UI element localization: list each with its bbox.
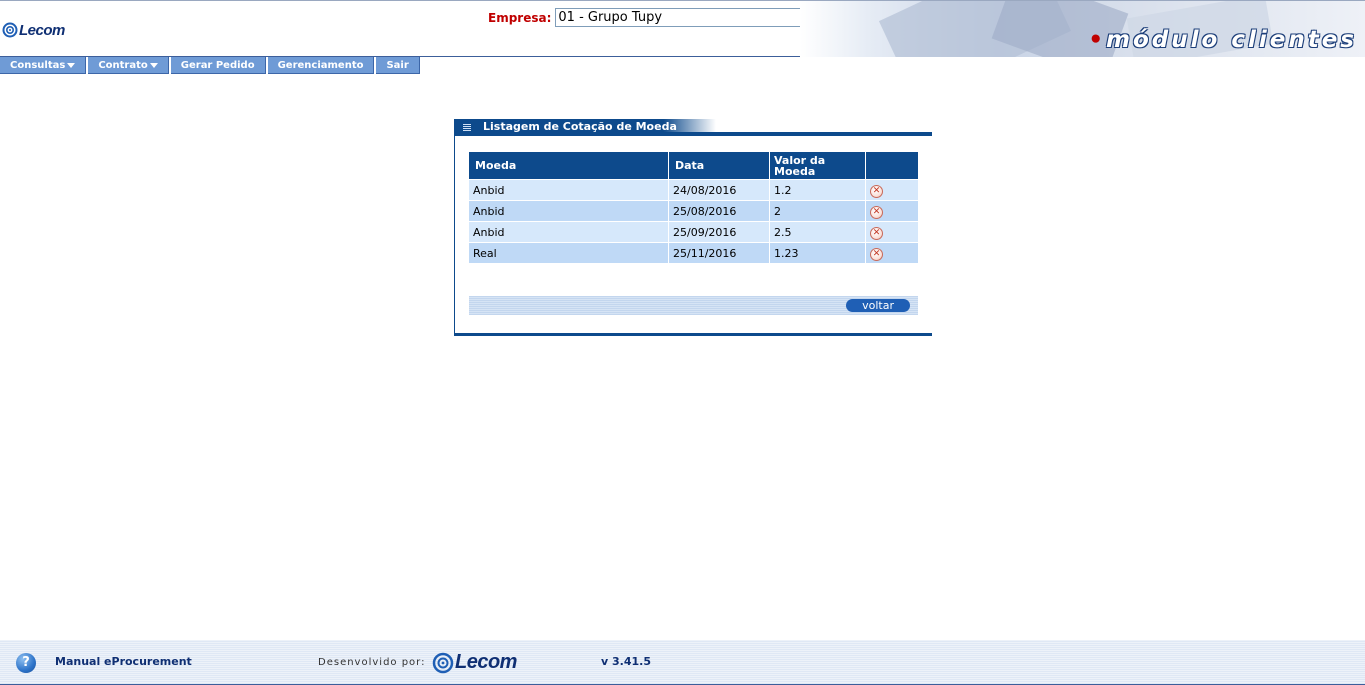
cell-valor: 2.5 — [770, 221, 866, 242]
cell-moeda: Anbid — [469, 200, 669, 221]
col-moeda: Moeda — [469, 152, 669, 179]
version-label: v 3.41.5 — [601, 655, 651, 668]
panel-title-icon — [463, 123, 471, 131]
cell-action: ✕ — [866, 242, 918, 263]
col-data: Data — [669, 152, 770, 179]
panel-title: Listagem de Cotação de Moeda — [454, 119, 716, 135]
delete-icon[interactable]: ✕ — [870, 184, 883, 198]
currency-quote-panel: Listagem de Cotação de Moeda Moeda Data … — [454, 119, 932, 336]
lecom-swirl-icon — [432, 652, 454, 673]
main-menu: Consultas Contrato Gerar Pedido Gerencia… — [0, 57, 422, 74]
cell-data: 25/08/2016 — [669, 200, 770, 221]
header: Lecom Empresa: 01 - Grupo Tupy •módulo c… — [0, 0, 1365, 57]
cell-moeda: Real — [469, 242, 669, 263]
voltar-button[interactable]: voltar — [846, 299, 910, 312]
empresa-selected-value: 01 - Grupo Tupy — [558, 10, 663, 25]
cell-action: ✕ — [866, 179, 918, 200]
menu-gerar-pedido[interactable]: Gerar Pedido — [170, 57, 266, 74]
lecom-swirl-icon — [2, 22, 18, 38]
footer-logo-text: Lecom — [455, 651, 517, 673]
help-icon[interactable]: ? — [16, 653, 36, 673]
panel-action-bar: voltar — [469, 296, 918, 315]
cell-data: 24/08/2016 — [669, 179, 770, 200]
caret-down-icon — [67, 62, 76, 68]
developed-by-label: Desenvolvido por: — [318, 657, 426, 668]
cell-moeda: Anbid — [469, 179, 669, 200]
footer: ? Manual eProcurement Desenvolvido por: … — [0, 640, 1365, 685]
empresa-label: Empresa: — [488, 10, 552, 25]
caret-down-icon — [149, 62, 158, 68]
header-banner: •módulo clientes — [800, 1, 1365, 57]
logo-text: Lecom — [19, 21, 65, 39]
cell-action: ✕ — [866, 200, 918, 221]
col-actions — [866, 152, 918, 179]
cell-data: 25/09/2016 — [669, 221, 770, 242]
table-row: Real 25/11/2016 1.23 ✕ — [469, 242, 918, 263]
table-row: Anbid 25/08/2016 2 ✕ — [469, 200, 918, 221]
footer-lecom-logo: Lecom — [432, 651, 517, 674]
module-title: •módulo clientes — [1088, 27, 1357, 53]
menu-consultas[interactable]: Consultas — [0, 57, 87, 74]
delete-icon[interactable]: ✕ — [870, 205, 883, 219]
table-row: Anbid 24/08/2016 1.2 ✕ — [469, 179, 918, 200]
cell-action: ✕ — [866, 221, 918, 242]
col-valor: Valor da Moeda — [770, 152, 866, 179]
cell-valor: 1.2 — [770, 179, 866, 200]
quote-table: Moeda Data Valor da Moeda Anbid 24/08/20… — [469, 152, 918, 263]
lecom-logo: Lecom — [2, 18, 65, 42]
table-row: Anbid 25/09/2016 2.5 ✕ — [469, 221, 918, 242]
cell-valor: 2 — [770, 200, 866, 221]
cell-data: 25/11/2016 — [669, 242, 770, 263]
menu-gerenciamento[interactable]: Gerenciamento — [267, 57, 375, 74]
delete-icon[interactable]: ✕ — [870, 247, 883, 261]
cell-valor: 1.23 — [770, 242, 866, 263]
menu-contrato[interactable]: Contrato — [88, 57, 169, 74]
menu-sair[interactable]: Sair — [376, 57, 420, 74]
table-header-row: Moeda Data Valor da Moeda — [469, 152, 918, 179]
panel-body: Moeda Data Valor da Moeda Anbid 24/08/20… — [454, 136, 932, 336]
delete-icon[interactable]: ✕ — [870, 226, 883, 240]
manual-link[interactable]: Manual eProcurement — [55, 655, 192, 668]
cell-moeda: Anbid — [469, 221, 669, 242]
